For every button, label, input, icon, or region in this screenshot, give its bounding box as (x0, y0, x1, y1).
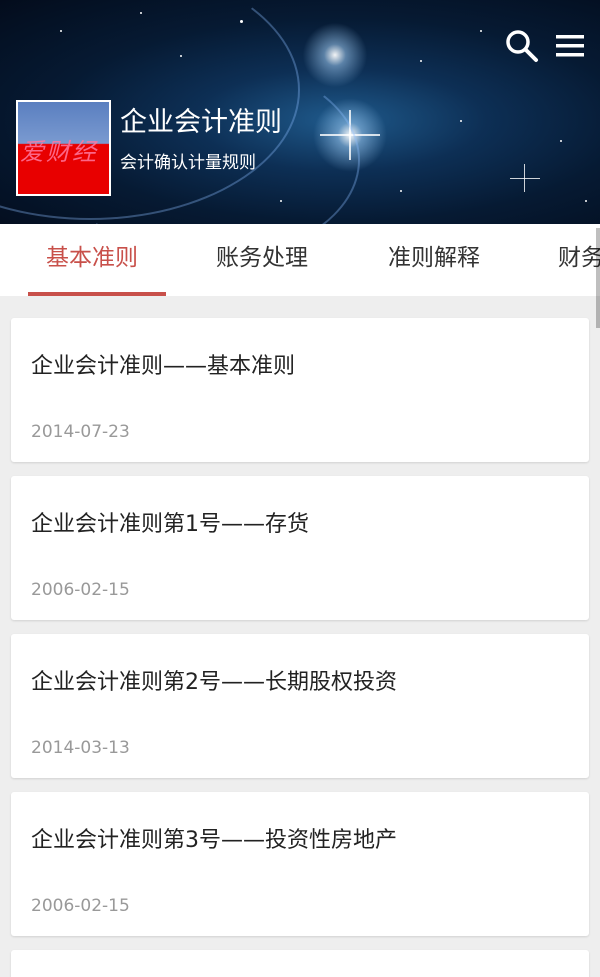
star (560, 140, 562, 142)
star (180, 55, 182, 57)
active-tab-indicator (28, 292, 166, 296)
star (420, 60, 422, 62)
scrollbar[interactable] (596, 228, 600, 328)
article-title: 企业会计准则第2号——长期股权投资 (31, 670, 397, 695)
tab-finance[interactable]: 财务 (558, 224, 600, 296)
search-icon (506, 30, 538, 62)
app-logo: 爱财经 (16, 100, 111, 196)
menu-button[interactable] (550, 26, 590, 66)
article-card[interactable] (11, 950, 589, 977)
star-spark (524, 164, 525, 192)
star (240, 20, 243, 23)
star (585, 200, 587, 202)
category-tabs: 基本准则 账务处理 准则解释 财务 (0, 224, 600, 296)
app-title: 企业会计准则 (120, 107, 282, 138)
article-card[interactable]: 企业会计准则第3号——投资性房地产 2006-02-15 (11, 792, 589, 936)
article-title: 企业会计准则——基本准则 (31, 354, 296, 379)
star (460, 120, 462, 122)
tab-basic-standards[interactable]: 基本准则 (46, 224, 138, 296)
header-banner: 爱财经 企业会计准则 会计确认计量规则 (0, 0, 600, 224)
star (400, 190, 402, 192)
article-date: 2006-02-15 (31, 896, 130, 916)
article-title: 企业会计准则第3号——投资性房地产 (31, 828, 397, 853)
article-date: 2006-02-15 (31, 580, 130, 600)
search-button[interactable] (502, 26, 542, 66)
tab-accounting-treatment[interactable]: 账务处理 (216, 224, 308, 296)
star-spark (510, 178, 540, 179)
star-glow (300, 20, 370, 90)
article-title: 企业会计准则第1号——存货 (31, 512, 309, 537)
menu-icon (556, 35, 584, 57)
star (480, 30, 482, 32)
article-card[interactable]: 企业会计准则第1号——存货 2006-02-15 (11, 476, 589, 620)
article-date: 2014-03-13 (31, 738, 130, 758)
star (140, 12, 142, 14)
article-date: 2014-07-23 (31, 422, 130, 442)
article-card[interactable]: 企业会计准则——基本准则 2014-07-23 (11, 318, 589, 462)
tab-standards-interpretation[interactable]: 准则解释 (388, 224, 480, 296)
star (60, 30, 62, 32)
app-subtitle: 会计确认计量规则 (120, 153, 256, 173)
article-card[interactable]: 企业会计准则第2号——长期股权投资 2014-03-13 (11, 634, 589, 778)
logo-text: 爱财经 (20, 138, 98, 166)
star (280, 200, 282, 202)
